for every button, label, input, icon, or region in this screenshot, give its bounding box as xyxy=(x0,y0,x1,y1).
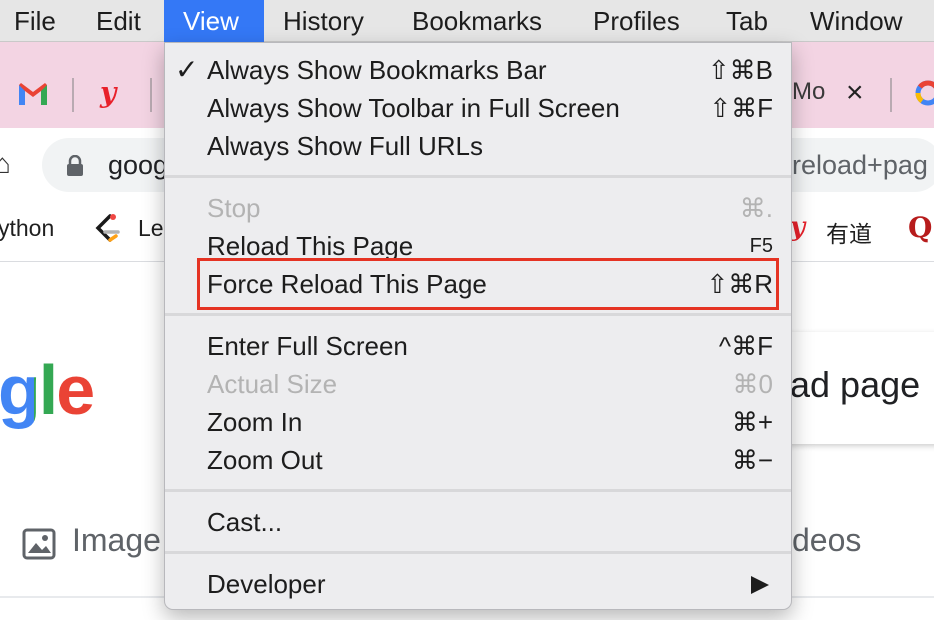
menu-edit[interactable]: Edit xyxy=(96,0,141,42)
menu-history[interactable]: History xyxy=(283,0,364,42)
menu-item-label: Always Show Toolbar in Full Screen xyxy=(207,93,620,123)
submenu-arrow-icon xyxy=(751,576,769,594)
search-query-text[interactable]: ad page xyxy=(790,364,920,406)
menu-item-shortcut: ⌘. xyxy=(739,193,773,223)
menu-item-label: Actual Size xyxy=(207,369,338,399)
tab-title-partial[interactable]: Mo xyxy=(792,78,825,106)
menu-item-zoom-in[interactable]: Zoom In ⌘+ xyxy=(165,403,791,441)
menu-separator xyxy=(165,175,791,178)
home-icon[interactable]: ⌂ xyxy=(0,148,11,180)
view-menu-dropdown: ✓ Always Show Bookmarks Bar ⇧⌘B Always S… xyxy=(164,42,792,610)
menu-item-shortcut: ⌘− xyxy=(731,445,773,475)
menu-separator xyxy=(165,489,791,492)
bookmark-python[interactable]: ython xyxy=(0,215,54,242)
quora-icon[interactable]: Q xyxy=(908,211,932,244)
menu-bookmarks[interactable]: Bookmarks xyxy=(412,0,542,42)
google-logo: gle xyxy=(0,350,95,430)
menu-item-label: Zoom Out xyxy=(207,445,323,475)
menu-window[interactable]: Window xyxy=(810,0,902,42)
nav-images[interactable]: Image xyxy=(72,522,161,559)
bookmark-youdao[interactable]: 有道 xyxy=(826,215,872,249)
google-logo-text: gle xyxy=(0,351,95,429)
url-text-end[interactable]: reload+pag xyxy=(792,150,928,181)
menu-bar: File Edit View History Bookmarks Profile… xyxy=(0,0,934,42)
menu-item-stop: Stop ⌘. xyxy=(165,189,791,227)
menu-view[interactable]: View xyxy=(164,0,264,42)
menu-item-label: Enter Full Screen xyxy=(207,331,408,361)
google-tab-icon[interactable] xyxy=(908,73,934,113)
menu-item-label: Developer xyxy=(207,569,326,599)
image-icon[interactable] xyxy=(22,528,56,560)
menu-item-always-show-toolbar-full-screen[interactable]: Always Show Toolbar in Full Screen ⇧⌘F xyxy=(165,89,791,127)
checkmark-icon: ✓ xyxy=(175,54,199,85)
menu-profiles[interactable]: Profiles xyxy=(593,0,680,42)
tab-close-icon[interactable]: × xyxy=(846,76,864,110)
menu-separator xyxy=(165,551,791,554)
menu-item-shortcut: ^⌘F xyxy=(718,331,773,361)
leetcode-icon[interactable] xyxy=(92,212,122,246)
menu-item-label: Always Show Full URLs xyxy=(207,131,483,161)
menu-item-shortcut: ⌘0 xyxy=(732,369,773,399)
bookmark-leetcode[interactable]: Le xyxy=(138,215,164,242)
menu-item-actual-size: Actual Size ⌘0 xyxy=(165,365,791,403)
menu-item-label: Cast... xyxy=(207,507,283,537)
nav-videos[interactable]: deos xyxy=(792,522,861,559)
gmail-icon[interactable] xyxy=(16,73,52,113)
youdao-bookmark-icon[interactable]: y xyxy=(790,212,805,242)
menu-item-always-show-bookmarks-bar[interactable]: ✓ Always Show Bookmarks Bar ⇧⌘B xyxy=(165,51,791,89)
menu-separator xyxy=(165,313,791,316)
menu-item-label: Always Show Bookmarks Bar xyxy=(207,55,547,85)
highlight-annotation-box xyxy=(197,258,779,310)
menu-item-cast[interactable]: Cast... xyxy=(165,503,791,541)
youdao-y-icon[interactable]: y xyxy=(100,73,116,113)
url-text-start[interactable]: goog xyxy=(108,150,168,181)
menu-item-shortcut: ⌘+ xyxy=(731,407,773,437)
tab-separator xyxy=(72,78,74,112)
menu-item-shortcut: ⇧⌘B xyxy=(707,55,773,85)
menu-item-shortcut: ⇧⌘F xyxy=(709,93,773,123)
menu-item-developer[interactable]: Developer xyxy=(165,565,791,603)
menu-item-label: Zoom In xyxy=(207,407,303,437)
menu-file[interactable]: File xyxy=(14,0,56,42)
tab-separator xyxy=(890,78,892,112)
menu-item-label: Stop xyxy=(207,193,261,223)
lock-icon[interactable] xyxy=(66,154,84,177)
menu-item-zoom-out[interactable]: Zoom Out ⌘− xyxy=(165,441,791,479)
menu-tab[interactable]: Tab xyxy=(726,0,768,42)
menu-item-enter-full-screen[interactable]: Enter Full Screen ^⌘F xyxy=(165,327,791,365)
menu-item-always-show-full-urls[interactable]: Always Show Full URLs xyxy=(165,127,791,165)
tab-separator xyxy=(150,78,152,112)
